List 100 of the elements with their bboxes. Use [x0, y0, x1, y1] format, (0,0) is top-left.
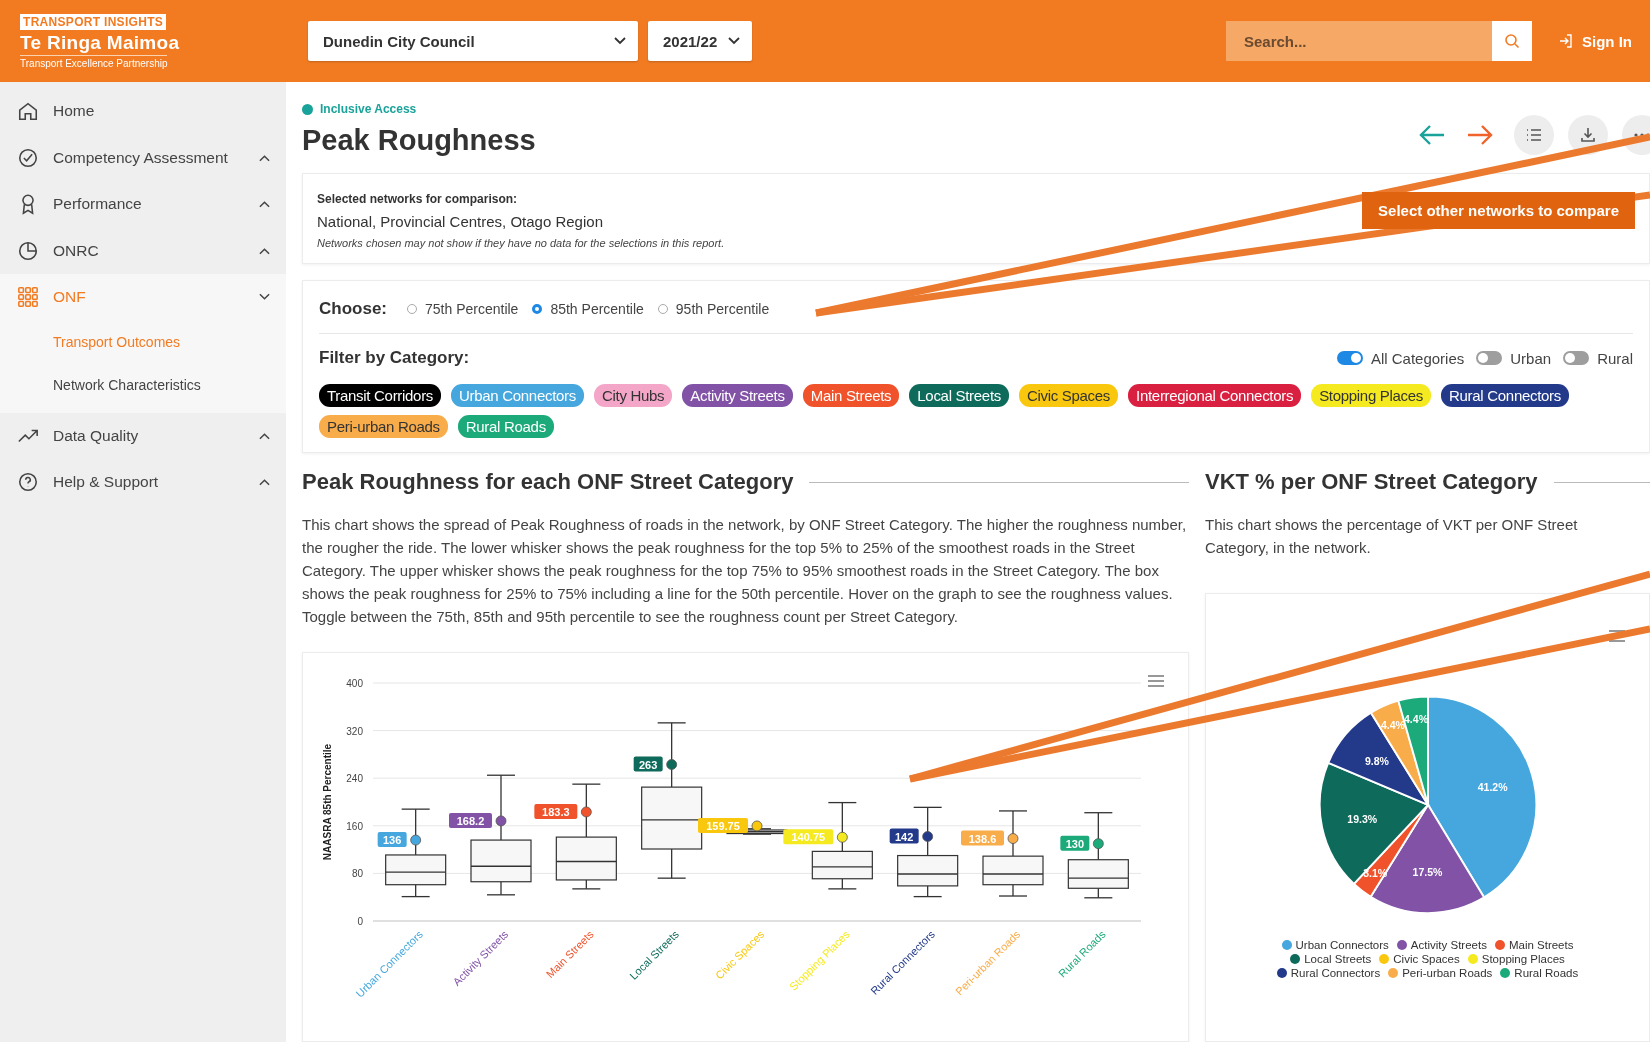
- data-point: [666, 759, 678, 770]
- section-heading: VKT % per ONF Street Category: [1205, 469, 1538, 495]
- sidebar-item[interactable]: Performance: [0, 181, 286, 228]
- search-icon: [1504, 33, 1520, 49]
- category-tag[interactable]: Stopping Places: [1311, 384, 1432, 407]
- category-toggle[interactable]: All Categories: [1336, 349, 1465, 367]
- search-field[interactable]: Search...: [1226, 21, 1492, 61]
- data-label: 168.2: [456, 814, 485, 827]
- category-dot-icon: [302, 103, 313, 115]
- data-label: 142: [894, 830, 914, 843]
- chevron-up-icon: [259, 431, 270, 440]
- legend-item[interactable]: Rural Connectors: [1276, 967, 1381, 979]
- y-tick-label: 240: [346, 773, 363, 785]
- percentile-radio[interactable]: 75th Percentile: [407, 301, 519, 317]
- category-tag[interactable]: Rural Connectors: [1441, 384, 1569, 407]
- legend-dot-icon: [1396, 940, 1407, 950]
- chart-description: This chart shows the spread of Peak Roughness of roads in the network, by ONF Street Category. The higher the roughness number, the rougher the ride. The lower whisker shows the peak roughness for the top 5% to 25% of the smoothest roads in the Street Category. The upper whisker shows the peak roughness for the top 75% to 95% smoothest roads in the Street Category. The box shows the peak roughness for 25% to 75% including a line for the 50th percentile. Hover on the graph to see the roughness values. Toggle between the 75th, 85th and 95th percentile to see the roughness count per Street Category.: [302, 515, 1188, 627]
- list-button[interactable]: [1514, 115, 1554, 155]
- slice-label: 19.3%: [1347, 812, 1378, 825]
- chevron-down-icon: [614, 37, 626, 45]
- value-label: 130: [1060, 835, 1090, 851]
- category-tag[interactable]: Main Streets: [802, 384, 900, 407]
- y-tick-label: 80: [351, 868, 363, 880]
- legend-item[interactable]: Peri-urban Roads: [1388, 967, 1493, 979]
- sidebar-item[interactable]: Competency Assessment: [0, 134, 286, 181]
- home-icon: [17, 100, 39, 123]
- data-label: 263: [638, 758, 658, 771]
- legend-item[interactable]: Local Streets: [1290, 953, 1372, 965]
- data-point: [1092, 838, 1104, 850]
- legend-item[interactable]: Civic Spaces: [1379, 953, 1460, 965]
- percentile-radio[interactable]: 85th Percentile: [532, 301, 644, 317]
- choose-label: Choose:: [319, 299, 387, 319]
- value-label: 168.2: [449, 812, 492, 828]
- y-tick-label: 0: [357, 916, 363, 927]
- percentile-radio[interactable]: 95th Percentile: [657, 301, 770, 317]
- download-icon: [1580, 127, 1596, 143]
- networks-label: Selected networks for comparison:: [317, 192, 519, 206]
- chevron-down-icon: [728, 37, 740, 45]
- sidebar-item[interactable]: Data Quality: [0, 412, 286, 459]
- y-tick-label: 400: [346, 678, 363, 689]
- menu-icon[interactable]: [1609, 630, 1625, 642]
- sidebar-item[interactable]: ONRC: [0, 227, 286, 274]
- legend-item[interactable]: Main Streets: [1494, 939, 1574, 951]
- sidebar-item[interactable]: Help & Support: [0, 459, 286, 506]
- legend-item[interactable]: Stopping Places: [1467, 953, 1565, 965]
- filter-label: Filter by Category:: [319, 348, 470, 368]
- legend-dot-icon: [1290, 954, 1301, 964]
- council-dropdown[interactable]: Dunedin City Council: [308, 21, 638, 61]
- menu-icon[interactable]: [1148, 675, 1164, 687]
- select-networks-button[interactable]: Select other networks to compare: [1362, 192, 1635, 229]
- legend-dot-icon: [1494, 940, 1505, 950]
- y-axis-title: NAASRA 85th Percentile: [322, 743, 333, 861]
- chart-description: This chart shows the percentage of VKT per ONF Street Category, in the network.: [1205, 515, 1579, 558]
- search-button[interactable]: [1492, 21, 1532, 61]
- y-tick-label: 160: [346, 820, 363, 832]
- section-heading: Peak Roughness for each ONF Street Category: [302, 469, 794, 495]
- chevron-up-icon: [259, 246, 270, 255]
- data-label: 183.3: [542, 805, 570, 818]
- legend-dot-icon: [1379, 954, 1390, 964]
- category-toggle[interactable]: Rural: [1563, 349, 1633, 367]
- category-tag[interactable]: Transit Corridors: [319, 384, 442, 407]
- category-tag[interactable]: City Hubs: [593, 384, 673, 407]
- legend-dot-icon: [1276, 968, 1287, 978]
- back-arrow-icon[interactable]: [1418, 123, 1446, 147]
- value-label: 142: [889, 828, 919, 844]
- chevron-up-icon: [259, 200, 270, 209]
- slice-label: 9.8%: [1364, 755, 1389, 768]
- value-label: 183.3: [534, 803, 578, 819]
- slice-label: 17.5%: [1412, 865, 1443, 878]
- value-label: 136: [377, 832, 407, 848]
- legend-dot-icon: [1281, 940, 1292, 950]
- legend-item[interactable]: Urban Connectors: [1281, 939, 1389, 951]
- category-tag[interactable]: Civic Spaces: [1018, 384, 1119, 407]
- category-tag[interactable]: Interregional Connectors: [1128, 384, 1302, 407]
- sidebar-subitem[interactable]: Network Characteristics: [0, 363, 286, 407]
- data-label: 138.6: [968, 832, 997, 845]
- slice-label: 4.4%: [1381, 719, 1405, 732]
- category-tag[interactable]: Activity Streets: [682, 384, 793, 407]
- legend-dot-icon: [1500, 968, 1511, 978]
- category-toggle[interactable]: Urban: [1476, 349, 1552, 367]
- category-tag[interactable]: Peri-urban Roads: [319, 415, 448, 438]
- sidebar-item[interactable]: Home: [0, 88, 286, 135]
- value-label: 138.6: [961, 830, 1004, 846]
- networks-note: Networks chosen may not show if they have no data for the selections in this report.: [317, 237, 725, 249]
- data-point: [580, 806, 592, 818]
- legend-item[interactable]: Activity Streets: [1396, 939, 1487, 951]
- year-dropdown[interactable]: 2021/22: [648, 21, 752, 61]
- chevron-up-icon: [259, 153, 270, 162]
- legend-dot-icon: [1467, 954, 1478, 964]
- pie-chart-icon: [17, 239, 39, 262]
- legend-item[interactable]: Rural Roads: [1500, 967, 1579, 979]
- data-label: 159.75: [706, 819, 740, 832]
- data-label: 140.75: [791, 831, 826, 844]
- brand-subtitle: Transport Excellence Partnership: [20, 54, 168, 69]
- forward-arrow-icon[interactable]: [1466, 123, 1494, 147]
- value-label: 263: [633, 756, 663, 772]
- chevron-up-icon: [259, 478, 270, 487]
- help-icon: [17, 471, 39, 494]
- data-point: [922, 831, 934, 842]
- category-tag[interactable]: Local Streets: [909, 384, 1009, 407]
